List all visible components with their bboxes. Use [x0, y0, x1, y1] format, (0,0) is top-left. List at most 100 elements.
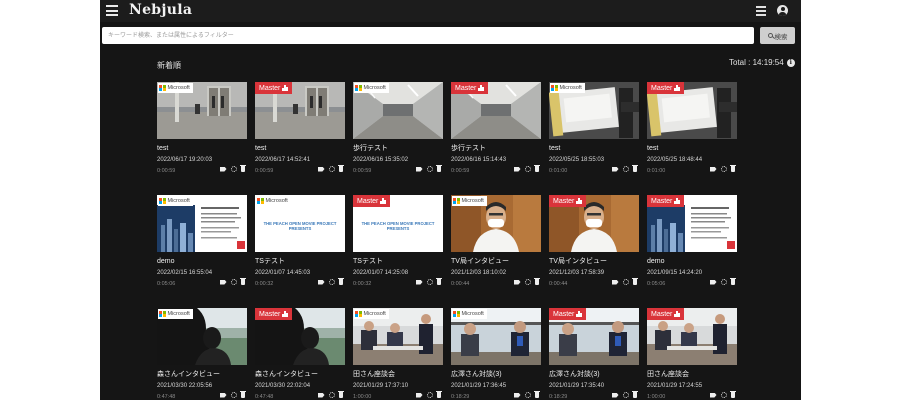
video-thumbnail[interactable]: Master [255, 308, 345, 365]
trash-icon[interactable] [729, 390, 736, 398]
tag-icon[interactable] [219, 279, 227, 285]
video-thumbnail[interactable]: Master [647, 195, 737, 252]
video-card[interactable]: Microsoft test 2022/06/17 19:20:03 0:00:59 [157, 82, 247, 187]
trash-icon[interactable] [631, 390, 638, 398]
gear-icon[interactable] [524, 279, 531, 285]
trash-icon[interactable] [239, 164, 246, 172]
tag-icon[interactable] [317, 166, 325, 172]
video-thumbnail[interactable]: Microsoft [353, 308, 443, 365]
video-thumbnail[interactable]: THE PEACH OPEN MOVIE PROJECT PRESENTS Mic… [255, 195, 345, 252]
gear-icon[interactable] [426, 166, 433, 172]
video-card[interactable]: Microsoft 歩行テスト 2022/06/16 15:35:02 0:00:59 [353, 82, 443, 187]
tag-icon[interactable] [415, 166, 423, 172]
gear-icon[interactable] [622, 392, 629, 398]
tag-icon[interactable] [219, 166, 227, 172]
tag-icon[interactable] [611, 392, 619, 398]
tag-icon[interactable] [611, 166, 619, 172]
video-thumbnail[interactable]: Microsoft [157, 195, 247, 252]
search-input[interactable] [102, 27, 754, 44]
info-icon[interactable]: i [786, 58, 795, 67]
video-thumbnail[interactable]: Microsoft [451, 195, 541, 252]
video-card[interactable]: Microsoft 広澤さん対談(3) 2021/01/29 17:36:45 0:1… [451, 308, 541, 400]
video-card[interactable]: Master test 2022/06/17 14:52:41 0:00:59 [255, 82, 345, 187]
tag-icon[interactable] [611, 279, 619, 285]
tag-icon[interactable] [415, 392, 423, 398]
gear-icon[interactable] [524, 166, 531, 172]
gear-icon[interactable] [622, 279, 629, 285]
video-card[interactable]: Microsoft demo 2022/02/15 16:55:04 0:05:06 [157, 195, 247, 300]
gear-icon[interactable] [426, 279, 433, 285]
gear-icon[interactable] [426, 392, 433, 398]
video-title[interactable]: demo [647, 257, 737, 266]
video-title[interactable]: TV局インタビュー [451, 257, 541, 266]
video-title[interactable]: TSテスト [255, 257, 345, 266]
video-title[interactable]: 広澤さん対談(3) [451, 370, 541, 379]
video-title[interactable]: TSテスト [353, 257, 443, 266]
trash-icon[interactable] [337, 164, 344, 172]
video-card[interactable]: Master demo 2021/09/15 14:24:20 0:05:06 [647, 195, 737, 300]
gear-icon[interactable] [720, 279, 727, 285]
video-thumbnail[interactable]: THE PEACH OPEN MOVIE PROJECT PRESENTS Mas… [353, 195, 443, 252]
video-title[interactable]: 歩行テスト [353, 144, 443, 153]
tag-icon[interactable] [317, 279, 325, 285]
video-title[interactable]: test [549, 144, 639, 153]
gear-icon[interactable] [720, 166, 727, 172]
tag-icon[interactable] [317, 392, 325, 398]
tag-icon[interactable] [513, 166, 521, 172]
video-title[interactable]: test [647, 144, 737, 153]
video-title[interactable]: 森さんインタビュー [255, 370, 345, 379]
video-thumbnail[interactable]: Master [255, 82, 345, 139]
tag-icon[interactable] [709, 279, 717, 285]
gear-icon[interactable] [328, 392, 335, 398]
trash-icon[interactable] [533, 390, 540, 398]
trash-icon[interactable] [729, 164, 736, 172]
video-thumbnail[interactable]: Master [451, 82, 541, 139]
video-card[interactable]: Master TV局インタビュー 2021/12/03 17:58:39 0:00:4… [549, 195, 639, 300]
gear-icon[interactable] [720, 392, 727, 398]
video-thumbnail[interactable]: Microsoft [353, 82, 443, 139]
tag-icon[interactable] [709, 392, 717, 398]
trash-icon[interactable] [239, 390, 246, 398]
gear-icon[interactable] [230, 166, 237, 172]
trash-icon[interactable] [533, 277, 540, 285]
video-thumbnail[interactable]: Microsoft [157, 308, 247, 365]
trash-icon[interactable] [239, 277, 246, 285]
video-card[interactable]: Master test 2022/05/25 18:48:44 0:01:00 [647, 82, 737, 187]
tag-icon[interactable] [513, 392, 521, 398]
video-thumbnail[interactable]: Master [549, 195, 639, 252]
gear-icon[interactable] [622, 166, 629, 172]
trash-icon[interactable] [337, 277, 344, 285]
video-card[interactable]: Microsoft TV局インタビュー 2021/12/03 18:10:02 0:0… [451, 195, 541, 300]
account-icon[interactable] [777, 5, 788, 16]
video-title[interactable]: TV局インタビュー [549, 257, 639, 266]
video-thumbnail[interactable]: Master [647, 308, 737, 365]
gear-icon[interactable] [230, 279, 237, 285]
video-title[interactable]: test [255, 144, 345, 153]
trash-icon[interactable] [631, 164, 638, 172]
tag-icon[interactable] [219, 392, 227, 398]
trash-icon[interactable] [435, 390, 442, 398]
video-card[interactable]: THE PEACH OPEN MOVIE PROJECT PRESENTS Mas… [353, 195, 443, 300]
video-thumbnail[interactable]: Master [647, 82, 737, 139]
video-card[interactable]: Microsoft 森さんインタビュー 2021/03/30 22:05:56 0:4… [157, 308, 247, 400]
list-view-icon[interactable] [756, 6, 766, 16]
video-title[interactable]: demo [157, 257, 247, 266]
gear-icon[interactable] [524, 392, 531, 398]
video-title[interactable]: 広澤さん対談(3) [549, 370, 639, 379]
video-card[interactable]: Master 歩行テスト 2022/06/16 15:14:43 0:00:59 [451, 82, 541, 187]
video-title[interactable]: 田さん座談会 [647, 370, 737, 379]
video-title[interactable]: 歩行テスト [451, 144, 541, 153]
search-button[interactable]: 検索 [760, 27, 795, 44]
video-thumbnail[interactable]: Microsoft [157, 82, 247, 139]
video-thumbnail[interactable]: Microsoft [549, 82, 639, 139]
trash-icon[interactable] [729, 277, 736, 285]
video-card[interactable]: Microsoft 田さん座談会 2021/01/29 17:37:10 1:00:0… [353, 308, 443, 400]
trash-icon[interactable] [631, 277, 638, 285]
gear-icon[interactable] [328, 279, 335, 285]
gear-icon[interactable] [328, 166, 335, 172]
video-card[interactable]: Microsoft test 2022/05/25 18:55:03 0:01:00 [549, 82, 639, 187]
video-card[interactable]: THE PEACH OPEN MOVIE PROJECT PRESENTS Mic… [255, 195, 345, 300]
tag-icon[interactable] [709, 166, 717, 172]
video-card[interactable]: Master 森さんインタビュー 2021/03/30 22:02:04 0:47:4… [255, 308, 345, 400]
video-title[interactable]: 田さん座談会 [353, 370, 443, 379]
